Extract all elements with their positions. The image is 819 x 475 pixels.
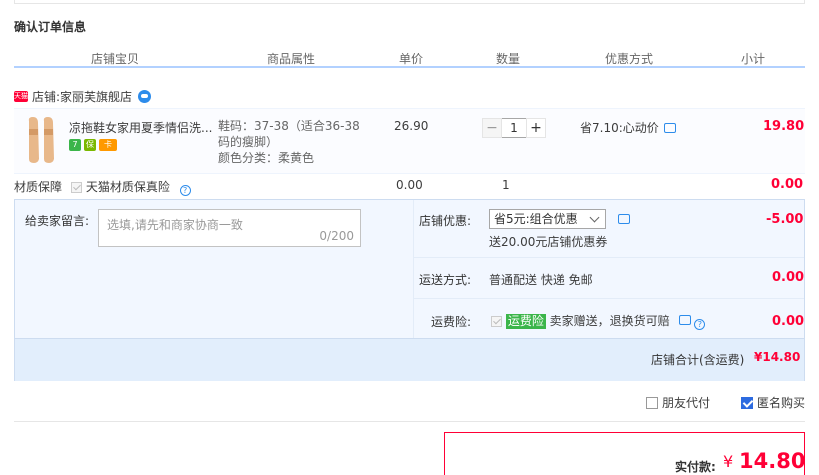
comment-icon[interactable] [618, 214, 630, 224]
shipping-insurance-amount: 0.00 [772, 314, 805, 329]
message-char-count: 0/200 [319, 229, 354, 243]
shop-discount-note: 送20.00元店铺优惠券 [489, 235, 608, 249]
comment-icon[interactable] [663, 122, 676, 133]
credit-card-icon[interactable]: 卡 [99, 139, 117, 151]
section-title: 确认订单信息 [14, 20, 87, 34]
col-subtotal: 小计 [741, 52, 766, 66]
friend-pay-option[interactable]: 朋友代付 [646, 394, 710, 411]
help-icon[interactable]: ? [179, 185, 191, 196]
message-placeholder: 选填,请先和商家协商一致 [107, 218, 243, 232]
product-thumbnail[interactable] [24, 115, 60, 165]
unit-price: 26.90 [394, 119, 429, 133]
guarantee-checkbox[interactable] [71, 182, 82, 193]
order-options-panel: 给卖家留言: 选填,请先和商家协商一致 0/200 店铺优惠: 省5元:组合优惠… [14, 199, 805, 381]
shipping-insurance-tag: 运费险 [505, 314, 546, 329]
item-subtotal: 19.80 [763, 119, 805, 134]
wangwang-chat-icon[interactable] [138, 90, 152, 103]
store-total-amount: ¥14.80 [754, 350, 801, 364]
delivery-value: 普通配送 快递 免邮 [489, 273, 593, 287]
shipping-insurance-label: 运费险: [431, 315, 472, 329]
seven-day-return-icon[interactable]: 7 [69, 139, 81, 151]
anonymous-option[interactable]: 匿名购买 [741, 394, 805, 411]
guarantee-label: 材质保障 [14, 180, 63, 194]
shop-row: 天猫 店铺: 家丽芙旗舰店 [14, 88, 152, 105]
message-textarea[interactable]: 选填,请先和商家协商一致 0/200 [98, 209, 361, 247]
shop-label: 店铺: [32, 90, 61, 104]
payment-amount: 14.80 [739, 449, 806, 473]
anonymous-label: 匿名购买 [757, 396, 806, 410]
col-quantity: 数量 [496, 52, 521, 66]
guarantee-price: 0.00 [396, 178, 423, 192]
plus-button[interactable]: + [526, 118, 546, 138]
service-badges: 7 保 卡 [69, 139, 117, 151]
header-divider [14, 66, 805, 68]
delivery-amount: 0.00 [772, 270, 805, 285]
attr-size: 鞋码：37-38（适合36-38 [218, 119, 360, 133]
store-total-label: 店铺合计(含运费) [651, 353, 745, 367]
col-discount: 优惠方式 [605, 52, 654, 66]
col-unit-price: 单价 [399, 52, 424, 66]
friend-pay-checkbox[interactable] [646, 397, 658, 409]
product-attributes: 鞋码：37-38（适合36-38 码的瘦脚） 颜色分类：柔黄色 [218, 118, 378, 166]
shipping-insurance-option: 运费险 卖家赠送，退换货可赔 ? [491, 312, 706, 330]
delivery-row: 运送方式: 普通配送 快递 免邮 0.00 [414, 258, 804, 299]
col-attributes: 商品属性 [267, 52, 316, 66]
shop-discount-label: 店铺优惠: [419, 214, 472, 228]
store-total-bar: 店铺合计(含运费) ¥14.80 [15, 338, 804, 381]
guarantee-option-label: 天猫材质保真险 [85, 180, 170, 194]
guarantee-row: 材质保障 天猫材质保真险 ? 0.00 1 0.00 [14, 177, 805, 197]
order-item-row: 凉拖鞋女家用夏季情侣洗... 7 保 卡 鞋码：37-38（适合36-38 码的… [14, 108, 805, 174]
message-label: 给卖家留言: [25, 214, 90, 228]
promo-text: 省7.10:心动价 [580, 121, 659, 135]
payment-summary: 实付款: ¥ 14.80 [444, 432, 805, 475]
attr-size-cont: 码的瘦脚） [218, 135, 279, 149]
delivery-label: 运送方式: [419, 273, 472, 287]
guarantee-quantity: 1 [502, 178, 510, 192]
payment-label: 实付款: [675, 460, 716, 474]
quantity-input[interactable] [502, 118, 526, 138]
guarantee-option: 天猫材质保真险 ? [71, 178, 191, 196]
shop-discount-selected: 省5元:组合优惠 [494, 212, 578, 226]
shipping-insurance-checkbox[interactable] [491, 316, 502, 327]
attr-color: 颜色分类：柔黄色 [218, 151, 315, 165]
quantity-stepper: − + [482, 118, 546, 138]
shipping-insurance-desc: 卖家赠送，退换货可赔 [549, 314, 670, 328]
guarantee-subtotal: 0.00 [771, 177, 804, 192]
promo-info: 省7.10:心动价 [580, 119, 676, 136]
guarantee-icon[interactable]: 保 [84, 139, 96, 151]
shop-discount-amount: -5.00 [766, 212, 804, 227]
product-title-link[interactable]: 凉拖鞋女家用夏季情侣洗... [69, 119, 219, 136]
shop-discount-select[interactable]: 省5元:组合优惠 [489, 209, 606, 229]
minus-button[interactable]: − [482, 118, 502, 138]
col-product: 店铺宝贝 [91, 52, 140, 66]
previous-section-box [14, 0, 805, 4]
section-divider [14, 421, 805, 422]
shop-name-link[interactable]: 家丽芙旗舰店 [60, 88, 132, 105]
shop-discount-row: 店铺优惠: 省5元:组合优惠 送20.00元店铺优惠券 -5.00 [414, 200, 804, 258]
help-icon[interactable]: ? [694, 319, 706, 330]
shipping-insurance-row: 运费险: 运费险 卖家赠送，退换货可赔 ? 0.00 [414, 299, 804, 338]
comment-icon[interactable] [678, 315, 691, 325]
currency-symbol: ¥ [723, 452, 734, 471]
anonymous-checkbox[interactable] [741, 397, 753, 409]
friend-pay-label: 朋友代付 [662, 396, 711, 410]
tmall-icon: 天猫 [14, 91, 28, 102]
